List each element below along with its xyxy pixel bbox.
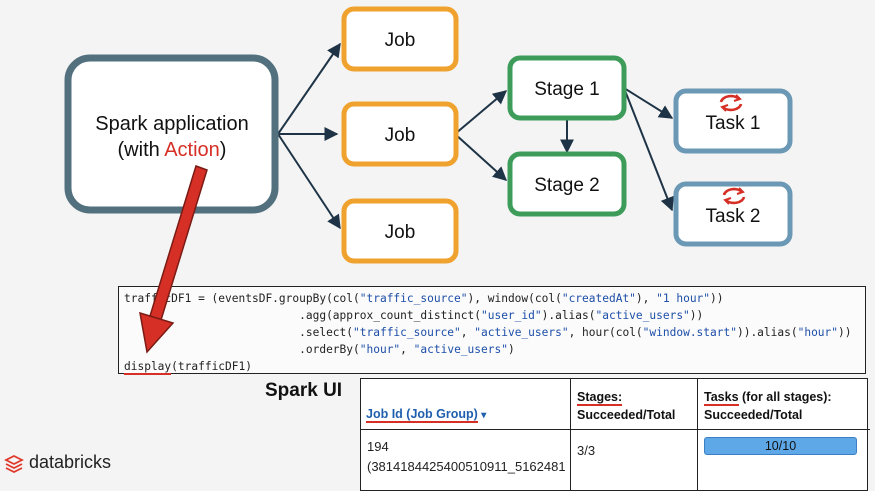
arrow-stage1-to-task1 bbox=[623, 87, 674, 119]
tasks-column: Tasks (for all stages): Succeeded/Total … bbox=[697, 379, 870, 490]
job-id-header: Job Id (Job Group) ▾ bbox=[361, 379, 570, 430]
stages-header-sub: Succeeded/Total bbox=[577, 408, 676, 422]
tasks-progress-label: 10/10 bbox=[764, 439, 797, 453]
job-node-1: Job bbox=[341, 6, 459, 72]
stage-node-1: Stage 1 bbox=[507, 55, 627, 121]
stages-header-label: Stages: bbox=[577, 390, 623, 406]
brand-name: databricks bbox=[29, 452, 112, 472]
arrow-job-to-stage2 bbox=[454, 133, 508, 181]
code-line-2: .agg(approx_count_distinct("user_id").al… bbox=[124, 309, 704, 322]
stage-node-2: Stage 2 bbox=[507, 151, 627, 217]
job-node-3: Job bbox=[341, 198, 459, 264]
spark-application-node: Spark application (with Action) bbox=[64, 54, 279, 214]
stage-label: Stage 1 bbox=[534, 79, 600, 100]
tasks-header-sub: Succeeded/Total bbox=[704, 408, 803, 422]
code-line-3: .select("traffic_source", "active_users"… bbox=[124, 326, 852, 339]
job-id-value: 194 bbox=[367, 439, 389, 454]
sort-caret-icon: ▾ bbox=[481, 410, 487, 421]
tasks-header-label: Tasks (for all stages): bbox=[704, 390, 832, 406]
databricks-icon bbox=[4, 454, 24, 474]
spark-ui-title: Spark UI bbox=[265, 380, 343, 401]
tasks-progress-bar: 10/10 bbox=[704, 437, 857, 455]
code-block: trafficDF1 = (eventsDF.groupBy(col("traf… bbox=[118, 286, 866, 375]
task-node-1: Task 1 bbox=[673, 88, 793, 154]
job-id-sort-link[interactable]: Job Id (Job Group) ▾ bbox=[366, 406, 486, 424]
display-call: display bbox=[124, 360, 172, 375]
job-id-column: Job Id (Job Group) ▾ 194 (38141844254005… bbox=[361, 379, 570, 490]
code-line-5: display(trafficDF1) bbox=[124, 360, 252, 375]
spark-application-label: Spark application bbox=[95, 113, 248, 135]
stages-value: 3/3 bbox=[577, 443, 596, 458]
task-node-2: Task 2 bbox=[673, 181, 793, 247]
stages-header: Stages: Succeeded/Total bbox=[571, 379, 698, 430]
arrow-app-to-job3 bbox=[277, 133, 341, 230]
stages-column: Stages: Succeeded/Total 3/3 bbox=[570, 379, 698, 490]
task-label: Task 2 bbox=[706, 206, 761, 227]
code-line-4: .orderBy("hour", "active_users") bbox=[124, 343, 515, 356]
job-label: Job bbox=[385, 125, 416, 146]
job-group-value: (3814184425400510911_5162481 bbox=[367, 459, 566, 474]
spark-ui-jobs-table: Job Id (Job Group) ▾ 194 (38141844254005… bbox=[360, 378, 870, 491]
code-line-1: trafficDF1 = (eventsDF.groupBy(col("traf… bbox=[124, 292, 724, 305]
arrow-app-to-job1 bbox=[277, 42, 341, 135]
job-node-2: Job bbox=[341, 101, 459, 167]
stage-label: Stage 2 bbox=[534, 175, 600, 196]
task-label: Task 1 bbox=[706, 113, 761, 134]
arrow-stage1-to-task2 bbox=[623, 87, 674, 212]
job-label: Job bbox=[385, 30, 416, 51]
tasks-header: Tasks (for all stages): Succeeded/Total bbox=[698, 379, 870, 430]
spark-application-action-line: (with Action) bbox=[118, 139, 227, 161]
arrow-job-to-stage1 bbox=[454, 90, 508, 135]
job-label: Job bbox=[385, 222, 416, 243]
